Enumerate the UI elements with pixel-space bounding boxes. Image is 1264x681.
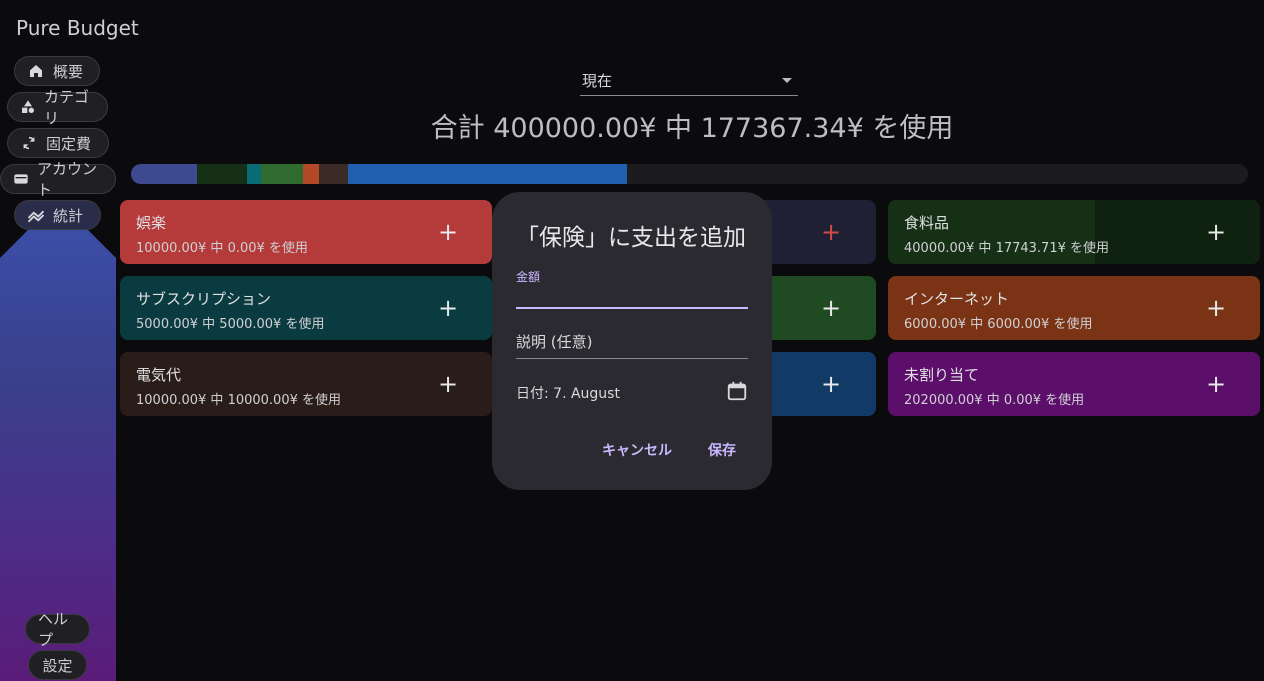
period-select-value: 現在 [582, 72, 613, 90]
add-expense-button[interactable]: + [1200, 216, 1232, 248]
budget-usage-bar [131, 164, 1248, 184]
category-name: インターネット [904, 290, 1010, 308]
nav-overview-label: 概要 [53, 62, 84, 81]
bar-segment [197, 164, 247, 184]
home-icon [27, 62, 45, 80]
save-button[interactable]: 保存 [708, 440, 736, 460]
bar-segment [131, 164, 197, 184]
category-usage: 40000.00¥ 中 17743.71¥ を使用 [904, 241, 1109, 256]
add-expense-button[interactable]: + [432, 292, 464, 324]
category-usage: 10000.00¥ 中 10000.00¥ を使用 [136, 393, 341, 408]
help-button[interactable]: ヘルプ [25, 610, 90, 649]
category-name: 電気代 [136, 366, 182, 384]
category-name: 娯楽 [136, 214, 167, 232]
category-usage: 202000.00¥ 中 0.00¥ を使用 [904, 393, 1085, 408]
nav-overview[interactable]: 概要 [14, 56, 100, 86]
bar-segment [348, 164, 627, 184]
description-field[interactable]: 説明 (任意) [516, 324, 748, 359]
dropdown-caret-icon [782, 78, 792, 83]
category-usage: 6000.00¥ 中 6000.00¥ を使用 [904, 317, 1093, 332]
bar-segment [319, 164, 348, 184]
wallet-icon [13, 170, 29, 188]
add-expense-button[interactable]: + [432, 368, 464, 400]
add-expense-button[interactable]: + [1200, 368, 1232, 400]
nav-statistics-label: 統計 [53, 206, 84, 225]
period-select[interactable]: 現在 [580, 66, 798, 96]
category-usage: 10000.00¥ 中 0.00¥ を使用 [136, 241, 308, 256]
category-name: サブスクリプション [136, 290, 272, 308]
category-card-unassigned[interactable]: 未割り当て 202000.00¥ 中 0.00¥ を使用 + [888, 352, 1260, 416]
category-name: 食料品 [904, 214, 950, 232]
category-card-groceries[interactable]: 食料品 40000.00¥ 中 17743.71¥ を使用 + [888, 200, 1260, 264]
help-label: ヘルプ [38, 610, 69, 649]
category-usage: 5000.00¥ 中 5000.00¥ を使用 [136, 317, 325, 332]
settings-label: 設定 [42, 656, 73, 675]
add-expense-button[interactable]: + [432, 216, 464, 248]
date-row[interactable]: 日付: 7. August [516, 378, 748, 408]
bar-segment [261, 164, 303, 184]
bar-segment [247, 164, 261, 184]
description-placeholder: 説明 (任意) [516, 332, 593, 351]
amount-label: 金額 [516, 270, 541, 284]
chart-icon [27, 206, 45, 224]
settings-button[interactable]: 設定 [28, 650, 87, 680]
cancel-button[interactable]: キャンセル [602, 440, 672, 460]
add-expense-button[interactable]: + [815, 292, 847, 324]
bar-segment [303, 164, 319, 184]
nav-accounts-label: アカウント [37, 160, 98, 199]
add-expense-dialog: 「保険」に支出を追加 金額 説明 (任意) 日付: 7. August キャンセ… [492, 192, 772, 490]
date-text: 日付: 7. August [516, 386, 620, 402]
category-name: 未割り当て [904, 366, 980, 384]
nav-statistics[interactable]: 統計 [14, 200, 101, 230]
add-expense-button[interactable]: + [815, 368, 847, 400]
category-card-electricity[interactable]: 電気代 10000.00¥ 中 10000.00¥ を使用 + [120, 352, 492, 416]
add-expense-button[interactable]: + [1200, 292, 1232, 324]
dialog-actions: キャンセル 保存 [602, 440, 736, 460]
add-expense-button[interactable]: + [815, 216, 847, 248]
amount-field[interactable]: 金額 [516, 268, 748, 309]
category-card-internet[interactable]: インターネット 6000.00¥ 中 6000.00¥ を使用 + [888, 276, 1260, 340]
nav-accounts[interactable]: アカウント [0, 160, 116, 199]
budget-summary: 合計 400000.00¥ 中 177367.34¥ を使用 [430, 113, 954, 144]
calendar-icon[interactable] [726, 380, 748, 406]
category-card-subscriptions[interactable]: サブスクリプション 5000.00¥ 中 5000.00¥ を使用 + [120, 276, 492, 340]
category-card-entertainment[interactable]: 娯楽 10000.00¥ 中 0.00¥ を使用 + [120, 200, 492, 264]
amount-input[interactable] [516, 285, 748, 309]
dialog-title: 「保険」に支出を追加 [516, 225, 746, 251]
app-title: Pure Budget [16, 16, 139, 40]
